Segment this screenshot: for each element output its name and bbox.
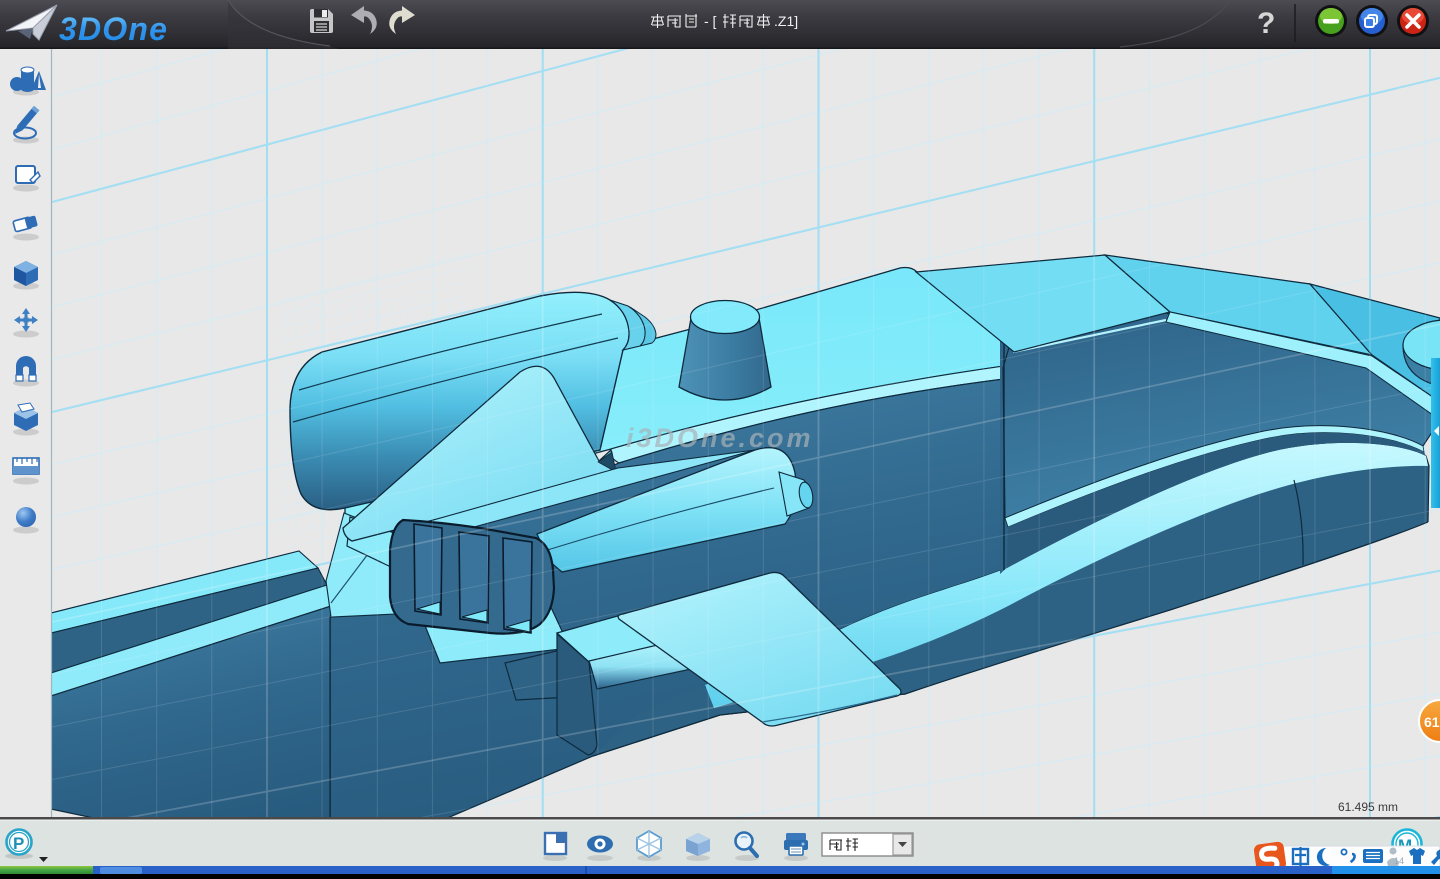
svg-text:- [: - [	[704, 13, 717, 29]
svg-text:P: P	[13, 834, 24, 853]
svg-text:3DOne: 3DOne	[59, 11, 168, 47]
svg-text:.Z1]: .Z1]	[774, 13, 798, 29]
svg-text:61.495 mm: 61.495 mm	[1338, 800, 1398, 814]
svg-text:?: ?	[1257, 7, 1275, 40]
svg-text:61: 61	[1424, 714, 1440, 730]
svg-text:14: 14	[1394, 856, 1404, 866]
svg-text:i3DOne.com: i3DOne.com	[626, 423, 814, 453]
